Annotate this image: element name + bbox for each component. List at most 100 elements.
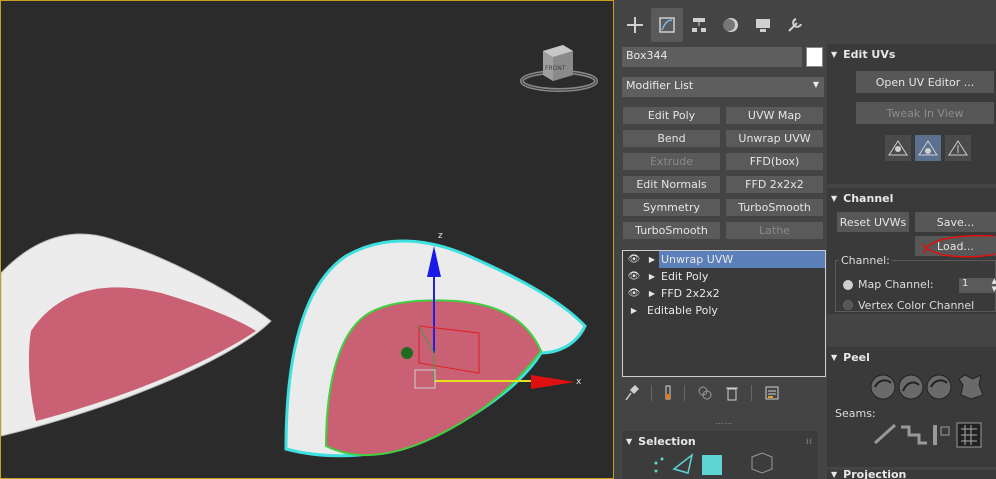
modify-tab[interactable] (651, 8, 683, 42)
display-icon (756, 19, 770, 32)
map-channel-radio[interactable] (843, 280, 853, 290)
modifier-button[interactable]: Bend (623, 130, 720, 147)
modifier-button[interactable]: TurboSmooth (726, 199, 823, 216)
stack-toolbar (625, 385, 780, 401)
tweak-pin-icon[interactable] (915, 135, 941, 161)
motion-icon (723, 18, 738, 32)
command-panel-tabs (619, 8, 811, 46)
stack-item[interactable]: 👁 ▶ FFD 2x2x2 (623, 285, 825, 302)
point-to-point-seam-icon[interactable] (901, 425, 927, 445)
stack-item[interactable]: 👁 ▶ Unwrap UVW (623, 251, 825, 268)
remove-modifier-icon[interactable] (725, 385, 739, 401)
show-end-result-icon[interactable] (664, 385, 672, 401)
make-unique-icon[interactable] (697, 385, 713, 401)
object-name-field[interactable]: Box344 (622, 47, 802, 67)
utilities-icon (788, 18, 802, 32)
left-mesh[interactable] (1, 233, 272, 437)
map-channel-value: 1 (962, 278, 969, 289)
tweak-icon[interactable] (885, 135, 911, 161)
seam-tools (873, 422, 982, 448)
vertex-color-channel-label: Vertex Color Channel (858, 299, 975, 312)
expand-arrow-icon[interactable]: ▶ (645, 272, 659, 281)
modifier-button[interactable]: Lathe (726, 222, 823, 239)
vertex-color-channel-radio[interactable] (843, 300, 853, 310)
modifier-button[interactable]: Unwrap UVW (726, 130, 823, 147)
tweak-in-view-button[interactable]: Tweak In View (856, 102, 994, 124)
viewcube[interactable]: FRONT (519, 41, 599, 99)
modifier-button[interactable]: UVW Map (726, 107, 823, 124)
map-channel-label: Map Channel: (858, 278, 934, 291)
eye-icon[interactable]: 👁 (623, 271, 645, 282)
peel-rollout: ▼ Peel Seams: (827, 347, 996, 467)
motion-tab[interactable] (715, 8, 747, 42)
expand-arrow-icon[interactable]: ▶ (645, 289, 659, 298)
configure-modifier-sets-icon[interactable] (764, 385, 780, 401)
modifier-buttons-grid: Edit Poly UVW Map Bend Unwrap UVW Extrud… (623, 107, 825, 239)
tweak-tools (885, 135, 971, 161)
command-panel: Box344 Modifier List ▼ Edit Poly UVW Map… (615, 0, 996, 479)
eye-icon[interactable]: 👁 (623, 254, 645, 265)
projection-header[interactable]: ▼ Projection (827, 470, 996, 479)
modifier-button[interactable]: Edit Normals (623, 176, 720, 193)
stack-item[interactable]: ▶ Editable Poly (623, 302, 825, 319)
stack-item[interactable]: 👁 ▶ Edit Poly (623, 268, 825, 285)
seams-to-edge-sel-icon[interactable] (956, 422, 982, 448)
modifier-button[interactable]: Edit Poly (623, 107, 720, 124)
modifier-list-dropdown[interactable]: Modifier List ▼ (622, 77, 824, 97)
collapse-arrow-icon: ▼ (831, 49, 838, 59)
stack-item-label: Unwrap UVW (659, 251, 825, 268)
channel-header[interactable]: ▼ Channel (827, 188, 996, 208)
collapse-arrow-icon: ▼ (831, 352, 838, 362)
projection-rollout: ▼ Projection (827, 470, 996, 479)
modifier-button[interactable]: FFD(box) (726, 153, 823, 170)
utilities-tab[interactable] (779, 8, 811, 42)
spinner-arrows-icon[interactable]: ▲ ▼ (992, 277, 996, 293)
modifier-button[interactable]: FFD 2x2x2 (726, 176, 823, 193)
modifier-list-label: Modifier List (626, 79, 694, 92)
peel-tools (870, 374, 984, 400)
hierarchy-tab[interactable] (683, 8, 715, 42)
selection-rollout-header[interactable]: ▼ Selection ⁞⁞ (622, 431, 818, 451)
edit-seams-icon[interactable] (873, 423, 897, 445)
reset-peel-icon[interactable] (926, 374, 952, 400)
element-select-icon[interactable] (751, 452, 773, 474)
collapse-arrow-icon: ▼ (831, 193, 838, 203)
vertex-select-icon[interactable] (654, 457, 664, 473)
grip-icon: ⁞⁞ (805, 436, 812, 446)
edge-select-icon[interactable] (672, 453, 694, 474)
pin-stack-icon[interactable] (625, 385, 639, 401)
expand-arrow-icon[interactable]: ▶ (645, 255, 659, 264)
open-uv-editor-button[interactable]: Open UV Editor ... (856, 71, 994, 93)
reset-uvws-button[interactable]: Reset UVWs (837, 212, 909, 232)
channel-title: Channel (843, 191, 894, 205)
panel-resize-handle[interactable]: ⋯⋯ (715, 419, 733, 428)
display-tab[interactable] (747, 8, 779, 42)
red-annotation-circle (921, 234, 996, 258)
collapse-arrow-icon: ▼ (831, 470, 838, 479)
separator (684, 385, 685, 401)
unwrap-rollouts: ▼ Edit UVs Open UV Editor ... Tweak In V… (827, 44, 996, 479)
expand-arrow-icon[interactable]: ▶ (623, 306, 645, 315)
modifier-button[interactable]: TurboSmooth (623, 222, 720, 239)
object-color-swatch[interactable] (806, 47, 823, 67)
tweak-relax-icon[interactable] (945, 135, 971, 161)
selection-mode-buttons (654, 452, 773, 475)
peel-header[interactable]: ▼ Peel (827, 347, 996, 367)
perspective-viewport[interactable]: z x FRONT (0, 0, 614, 479)
polygon-select-icon[interactable] (702, 455, 722, 475)
modifier-button[interactable]: Symmetry (623, 199, 720, 216)
edge-sel-to-seams-icon[interactable] (933, 425, 950, 445)
create-tab[interactable] (619, 8, 651, 42)
save-uvws-button[interactable]: Save... (915, 212, 996, 232)
peel-mode-icon[interactable] (898, 374, 924, 400)
channel-rollout: ▼ Channel Reset UVWs Save... Load... Cha… (827, 188, 996, 314)
map-channel-spinner[interactable]: 1 ▲ ▼ (959, 277, 996, 293)
gizmo-z-label: z (438, 231, 443, 241)
quick-peel-icon[interactable] (870, 374, 896, 400)
collapse-arrow-icon: ▼ (626, 436, 633, 446)
modifier-button[interactable]: Extrude (623, 153, 720, 170)
pelt-map-icon[interactable] (958, 374, 984, 400)
edit-uvs-header[interactable]: ▼ Edit UVs (827, 44, 996, 64)
eye-icon[interactable]: 👁 (623, 288, 645, 299)
selection-rollout-title: Selection (638, 434, 696, 448)
